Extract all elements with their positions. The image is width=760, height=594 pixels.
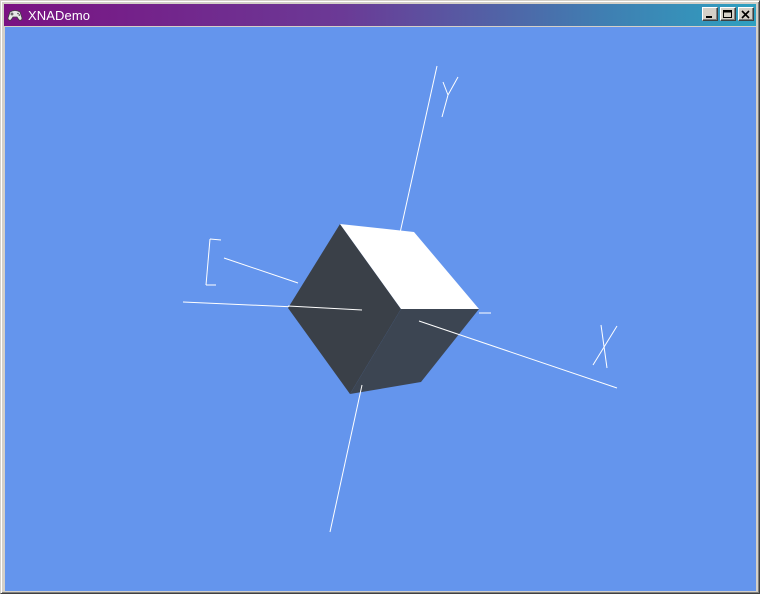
- z-axis-line: [223, 257, 299, 284]
- close-button[interactable]: [738, 7, 754, 21]
- maximize-button[interactable]: [720, 7, 736, 21]
- minimize-icon: [706, 15, 712, 18]
- maximize-icon: [723, 9, 732, 18]
- scene-canvas: [182, 65, 618, 533]
- cube: [288, 224, 479, 394]
- x-axis-line: [418, 320, 618, 389]
- render-viewport[interactable]: [5, 27, 756, 591]
- z-axis-label: [205, 238, 222, 286]
- minimize-button[interactable]: [702, 7, 718, 21]
- close-icon: [741, 9, 750, 19]
- y-axis-line: [399, 65, 438, 234]
- window-title: XNADemo: [28, 7, 91, 23]
- window-controls: [702, 7, 754, 21]
- y-axis-label: [441, 76, 459, 118]
- x-axis-label: [592, 324, 618, 369]
- app-window: XNADemo: [0, 0, 760, 594]
- title-bar[interactable]: XNADemo: [4, 4, 756, 26]
- y-axis-negative-line: [329, 384, 363, 533]
- gamepad-icon[interactable]: [7, 7, 23, 23]
